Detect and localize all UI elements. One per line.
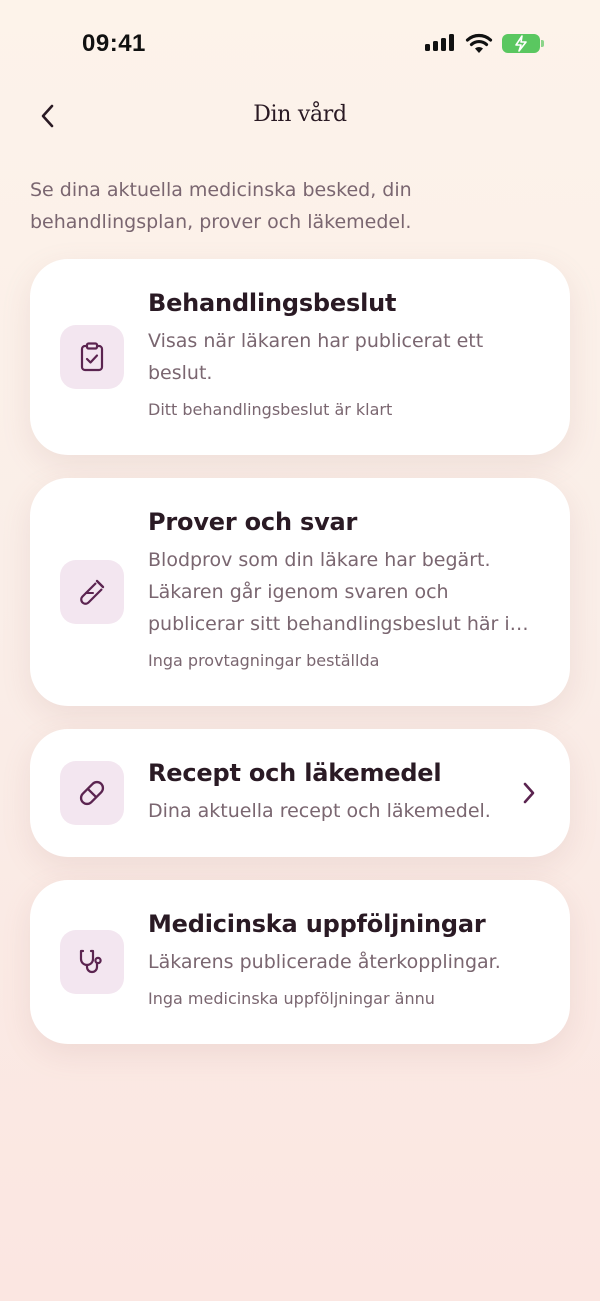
- card-title: Behandlingsbeslut: [148, 289, 397, 317]
- chevron-right-icon: [522, 781, 536, 809]
- pill-icon: [60, 761, 124, 825]
- cellular-signal-icon: [425, 34, 454, 51]
- card-prover-och-svar[interactable]: Prover och svar Blodprov som din läkare …: [30, 478, 570, 706]
- card-status: Inga provtagningar beställda: [148, 651, 380, 670]
- card-title: Recept och läkemedel: [148, 759, 442, 787]
- card-description: Blodprov som din läkare har begärt. Läka…: [148, 549, 510, 635]
- intro-text: Se dina aktuella medicinska besked, din …: [30, 179, 412, 233]
- battery-charging-icon: [502, 34, 544, 53]
- test-tube-icon: [60, 560, 124, 624]
- wifi-icon: [465, 33, 493, 58]
- status-time: 09:41: [82, 30, 146, 57]
- card-behandlingsbeslut[interactable]: Behandlingsbeslut Visas när läkaren har …: [30, 259, 570, 455]
- card-status: Ditt behandlingsbeslut är klart: [148, 400, 393, 419]
- card-title: Prover och svar: [148, 508, 358, 536]
- page-title: Din vård: [253, 102, 347, 127]
- card-description: Läkarens publicerade återkopplingar.: [148, 951, 501, 973]
- card-status: Inga medicinska uppföljningar ännu: [148, 989, 435, 1008]
- status-bar: 09:41: [0, 0, 600, 88]
- card-medicinska-uppfoljningar[interactable]: Medicinska uppföljningar Läkarens public…: [30, 880, 570, 1044]
- card-recept-och-lakemedel[interactable]: Recept och läkemedel Dina aktuella recep…: [30, 729, 570, 857]
- stethoscope-icon: [60, 930, 124, 994]
- navigation-bar: Din vård: [0, 88, 600, 148]
- card-description: Visas när läkaren har publicerat ett bes…: [148, 330, 484, 384]
- card-description: Dina aktuella recept och läkemedel.: [148, 800, 491, 822]
- clipboard-check-icon: [60, 325, 124, 389]
- card-title: Medicinska uppföljningar: [148, 910, 486, 938]
